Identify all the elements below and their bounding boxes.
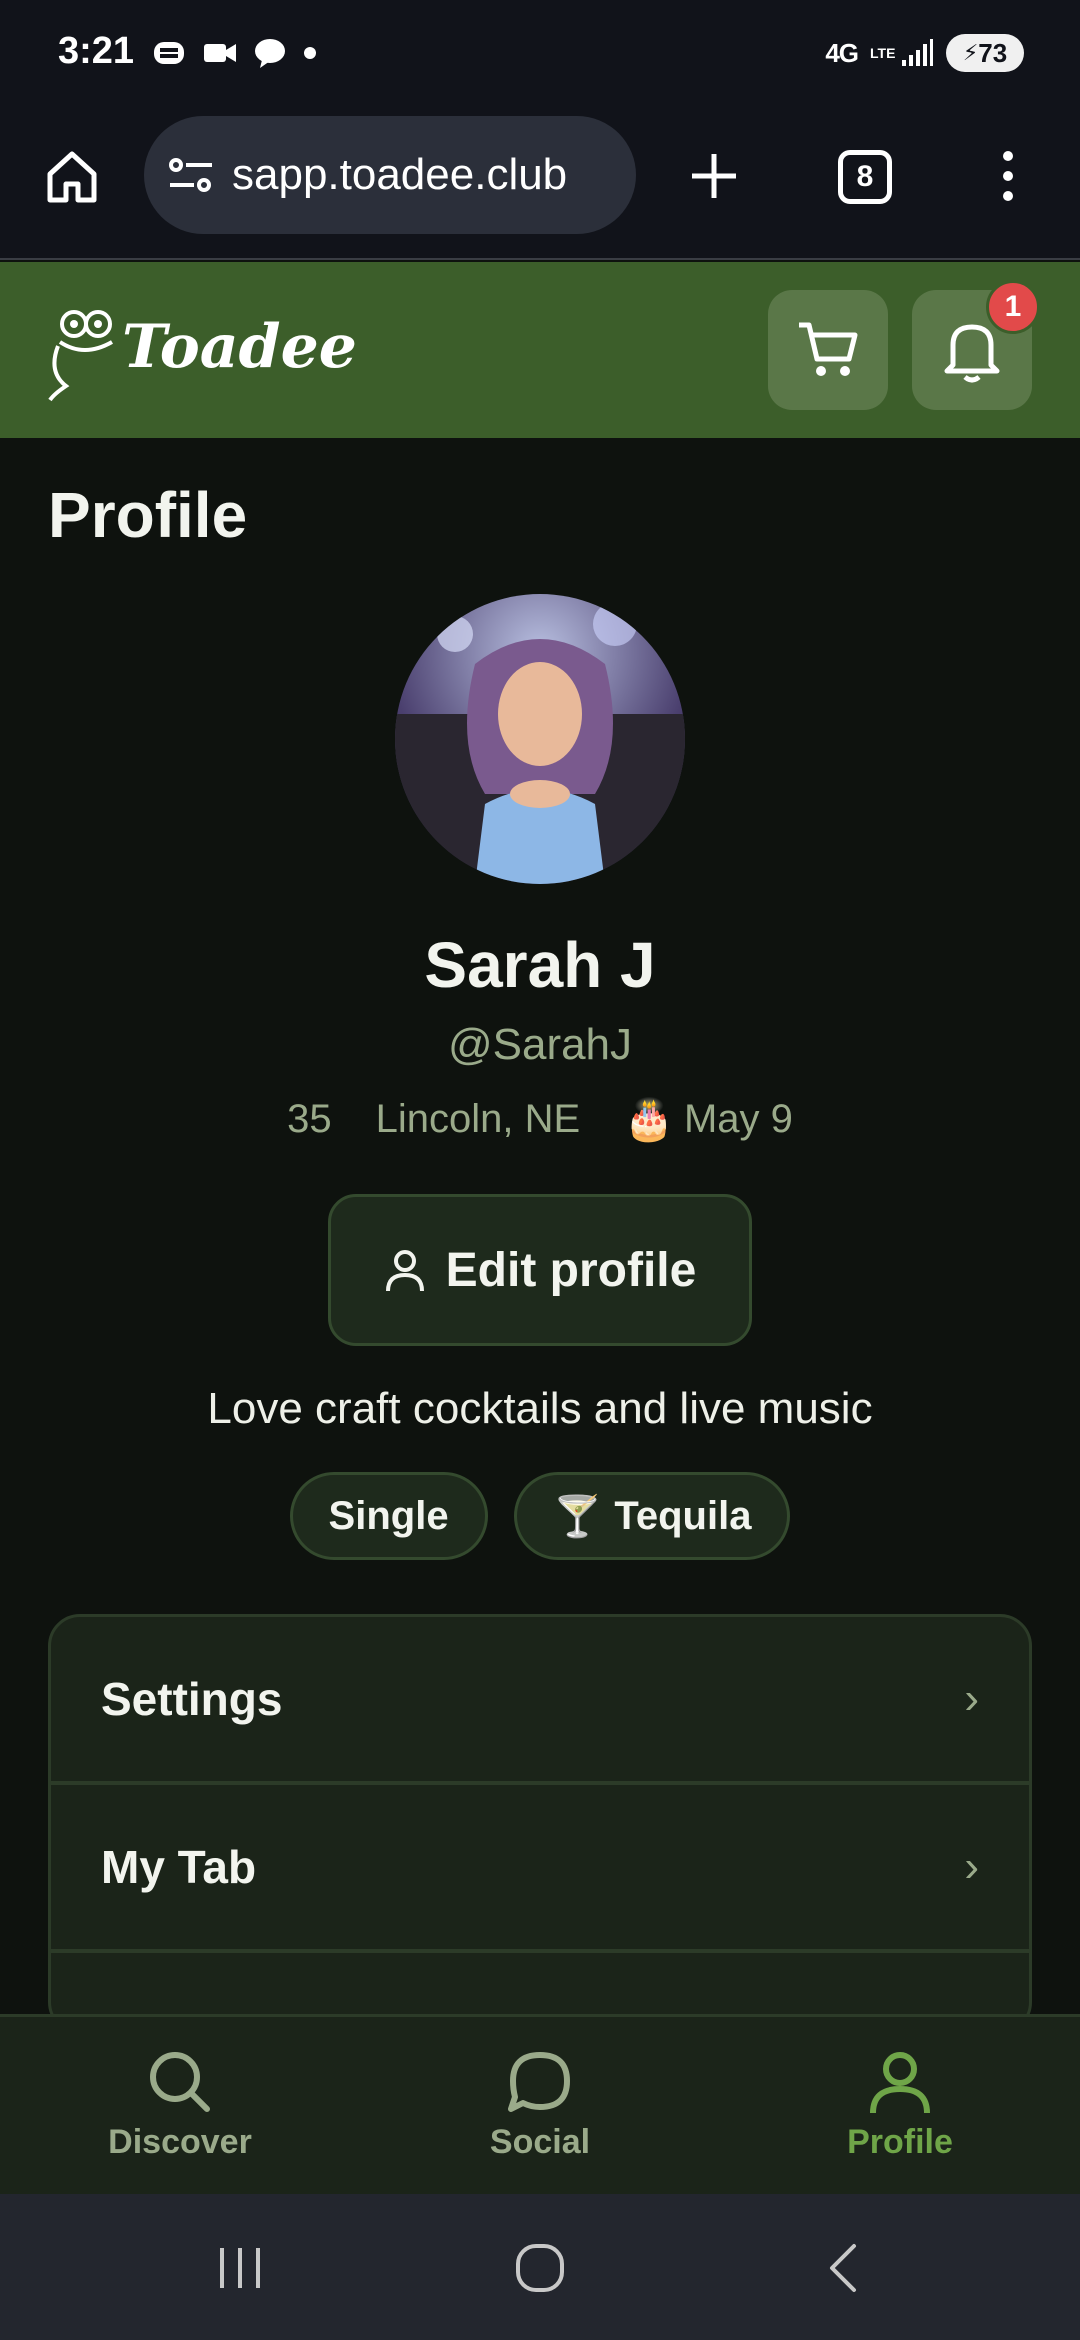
- recent-apps-icon[interactable]: [210, 2238, 270, 2298]
- search-icon: [150, 2052, 210, 2112]
- birthday-cake-icon: 🎂: [624, 1098, 674, 1142]
- birthday-date: May 9: [683, 1097, 793, 1141]
- menu-item-settings[interactable]: Settings ›: [51, 1617, 1029, 1785]
- notification-badge: 1: [986, 280, 1040, 334]
- new-tab-icon[interactable]: [684, 146, 744, 206]
- profile-tags: Single 🍸 Tequila: [0, 1472, 1080, 1560]
- profile-meta: 35 Lincoln, NE 🎂 May 9: [0, 1096, 1080, 1143]
- tag-chip-single[interactable]: Single: [289, 1472, 488, 1560]
- app-notification-icon: [154, 42, 184, 64]
- profile-bio: Love craft cocktails and live music: [207, 1384, 873, 1433]
- edit-profile-button[interactable]: Edit profile: [328, 1194, 752, 1346]
- menu-item-my-tab[interactable]: My Tab ›: [51, 1785, 1029, 1953]
- profile-photo: [395, 602, 685, 884]
- address-bar[interactable]: sapp.toadee.club: [144, 116, 636, 234]
- menu-item-label: Settings: [101, 1673, 283, 1725]
- message-icon: [255, 39, 285, 68]
- frog-logo-icon: [48, 310, 113, 402]
- logo-wordmark: Toadee: [122, 312, 357, 382]
- dot-icon: [304, 47, 316, 59]
- person-icon: [385, 1250, 424, 1292]
- nav-discover[interactable]: Discover: [0, 2017, 360, 2194]
- browser-toolbar: sapp.toadee.club 8: [0, 110, 1080, 260]
- profile-location: Lincoln, NE: [375, 1097, 581, 1141]
- charging-icon: ⚡: [962, 40, 979, 65]
- tab-switcher-button[interactable]: 8: [838, 150, 892, 204]
- nav-social[interactable]: Social: [360, 2017, 720, 2194]
- home-icon[interactable]: [42, 146, 102, 206]
- profile-name: Sarah J: [424, 929, 656, 1001]
- nav-label: Discover: [108, 2123, 252, 2161]
- profile-menu: Settings › My Tab ›: [48, 1614, 1032, 2034]
- signal-icon: [902, 39, 933, 66]
- status-time: 3:21: [58, 30, 135, 72]
- network-type: 4G: [825, 37, 859, 68]
- profile-handle: @SarahJ: [447, 1020, 633, 1069]
- tag-label: Tequila: [614, 1493, 752, 1538]
- profile-age: 35: [287, 1097, 332, 1141]
- chevron-right-icon: ›: [964, 1674, 979, 1723]
- notifications-button[interactable]: 1: [912, 280, 1040, 410]
- url-text: sapp.toadee.club: [232, 150, 568, 199]
- back-icon[interactable]: [814, 2238, 874, 2298]
- page-title: Profile: [48, 479, 248, 551]
- chevron-right-icon: ›: [964, 1842, 979, 1891]
- nav-label: Social: [489, 2123, 591, 2161]
- avatar[interactable]: [395, 594, 685, 884]
- menu-item-label: My Tab: [101, 1841, 257, 1893]
- person-icon: [870, 2052, 930, 2114]
- home-button-icon[interactable]: [510, 2238, 570, 2298]
- cocktail-icon: 🍸: [552, 1494, 603, 1539]
- more-options-icon[interactable]: [990, 146, 1026, 206]
- toadee-logo[interactable]: Toadee: [44, 302, 357, 402]
- profile-birthday: 🎂 May 9: [624, 1096, 793, 1143]
- battery-indicator: ⚡ 73: [946, 34, 1024, 72]
- chat-icon: [508, 2052, 570, 2112]
- video-icon: [204, 44, 236, 62]
- bottom-nav: Discover Social Profile: [0, 2014, 1080, 2194]
- site-settings-icon[interactable]: [168, 155, 214, 195]
- network-subtype: LTE: [870, 45, 896, 61]
- tag-chip-tequila[interactable]: 🍸 Tequila: [513, 1472, 791, 1560]
- battery-level: 73: [978, 37, 1008, 68]
- system-navigation-bar: [0, 2194, 1080, 2340]
- cart-button[interactable]: [768, 290, 888, 410]
- screen: 3:21 4G LTE ⚡ 73 sapp.toadee.club 8 Toad…: [0, 0, 1080, 2340]
- nav-profile[interactable]: Profile: [720, 2017, 1080, 2194]
- cart-icon: [799, 322, 858, 376]
- tag-label: Single: [328, 1493, 449, 1538]
- nav-label: Profile: [847, 2123, 953, 2161]
- edit-profile-label: Edit profile: [445, 1243, 697, 1297]
- app-header: Toadee 1: [0, 262, 1080, 438]
- notification-icons: [150, 34, 318, 72]
- system-status-icons: 4G LTE ⚡ 73: [825, 34, 1024, 72]
- status-bar: 3:21 4G LTE ⚡ 73: [0, 0, 1080, 110]
